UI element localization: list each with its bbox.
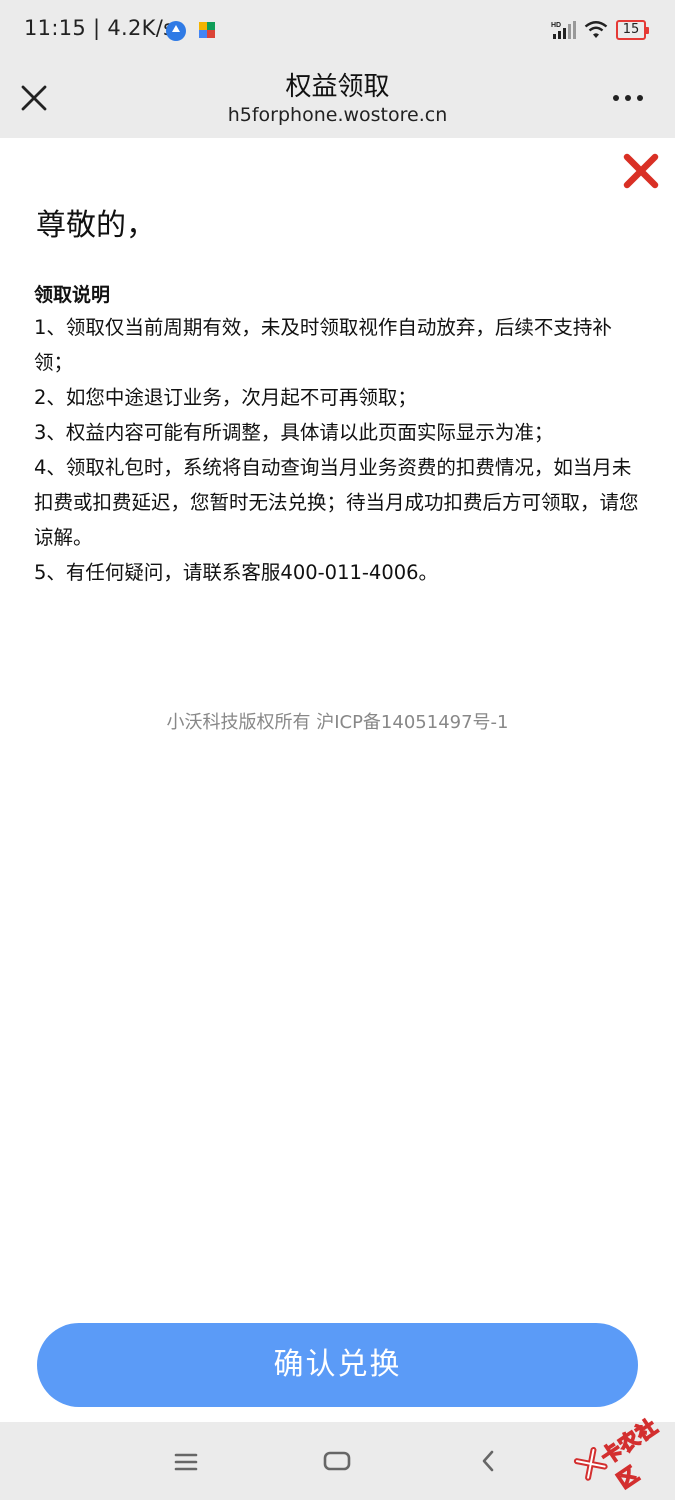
greeting-text: 尊敬的， [36,208,156,243]
page-url: h5forphone.wostore.cn [227,104,448,126]
menu-icon[interactable] [172,1452,200,1472]
notes-list: 1、领取仅当前周期有效，未及时领取视作自动放弃，后续不支持补领； 2、如您中途退… [34,310,644,590]
page-title: 权益领取 [285,72,390,102]
page-content: 尊敬的， 领取说明 1、领取仅当前周期有效，未及时领取视作自动放弃，后续不支持补… [0,138,675,1422]
home-icon[interactable] [322,1450,352,1472]
note-item: 5、有任何疑问，请联系客服400-011-4006。 [34,561,439,584]
note-item: 3、权益内容可能有所调整，具体请以此页面实际显示为准； [34,421,554,444]
note-item: 4、领取礼包时，系统将自动查询当月业务资费的扣费情况，如当月未扣费或扣费延迟，您… [34,456,639,549]
status-bar: 11:15 | 4.2K/s HD 15 [0,0,675,62]
back-icon[interactable] [478,1448,498,1474]
more-icon[interactable] [606,86,650,110]
svg-text:HD: HD [551,22,561,29]
copyright-footer: 小沃科技版权所有 沪ICP备14051497号-1 [166,712,509,733]
confirm-redeem-button[interactable]: 确认兑换 [37,1323,638,1407]
note-item: 1、领取仅当前周期有效，未及时领取视作自动放弃，后续不支持补领； [34,316,612,374]
app-notification-icon [199,22,215,38]
battery-indicator: 15 [616,20,649,40]
signal-icon: HD [551,21,576,39]
red-close-icon[interactable] [622,152,660,190]
wifi-icon [584,21,608,38]
browser-navbar: 权益领取 h5forphone.wostore.cn [0,62,675,138]
status-time: 11:15 | 4.2K/s [24,16,175,40]
note-item: 2、如您中途退订业务，次月起不可再领取； [34,386,417,409]
notes-title: 领取说明 [34,284,111,306]
upload-notification-icon [166,21,186,41]
